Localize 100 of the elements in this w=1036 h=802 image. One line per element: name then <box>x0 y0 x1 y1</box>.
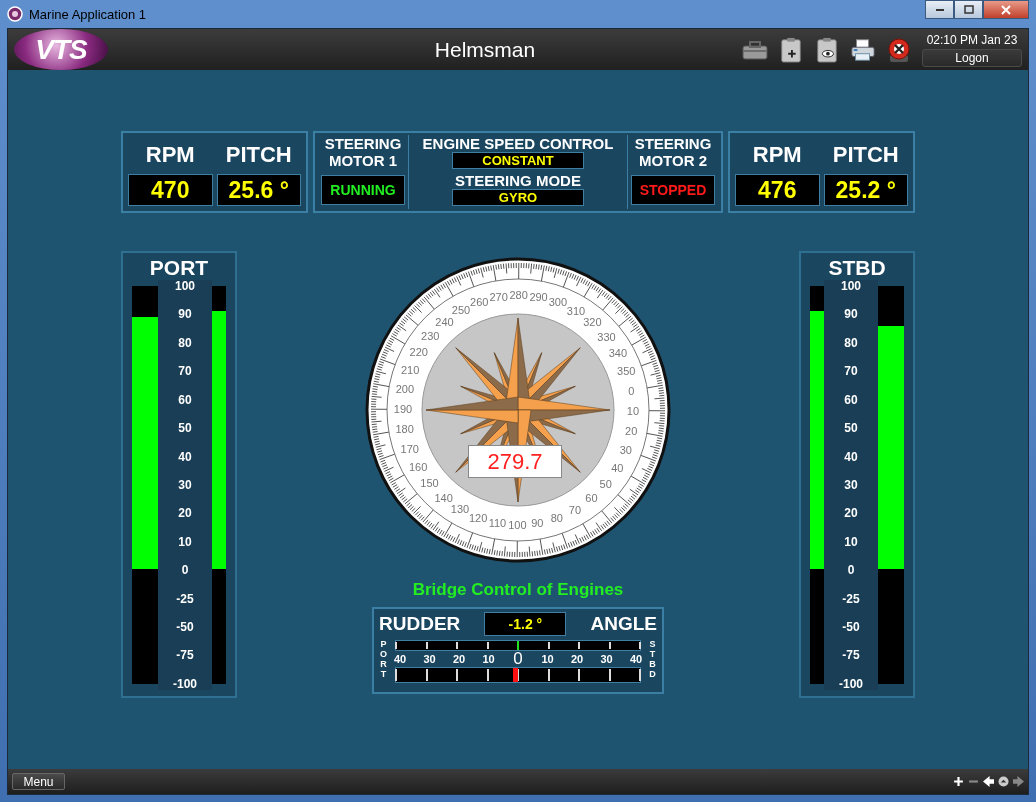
rpm-label: RPM <box>144 142 196 168</box>
rudder-scale-label: 0 <box>512 649 524 669</box>
scale-label: 30 <box>844 478 858 491</box>
heading-label: 50 <box>599 478 612 491</box>
scale-label: -75 <box>176 649 194 662</box>
scale-label: -50 <box>176 621 194 634</box>
heading-label: 250 <box>451 304 471 317</box>
rudder-scale-label: 10 <box>540 653 555 665</box>
cancel-icon[interactable] <box>886 36 912 63</box>
maximize-icon <box>963 4 974 15</box>
screen-title: Helmsman <box>433 37 537 62</box>
logo: VTS <box>14 29 108 70</box>
scale-label: 50 <box>178 422 192 435</box>
heading-label: 230 <box>421 329 440 342</box>
rpm-label: RPM <box>751 142 803 168</box>
heading-label: 80 <box>550 512 563 525</box>
heading-label: 170 <box>400 442 419 455</box>
speed-control-readout: CONSTANT <box>452 152 584 169</box>
heading-label: 290 <box>529 290 548 303</box>
scale-label: 70 <box>178 365 192 378</box>
steering-mode-label: STEERING MODE <box>455 172 581 189</box>
motor-label: STEERING MOTOR 2 <box>633 135 713 171</box>
rudder-scale-label: 20 <box>569 653 585 665</box>
scale-label: 30 <box>178 478 192 491</box>
heading-label: 160 <box>408 461 428 473</box>
rpm-readout: 476 <box>735 174 820 206</box>
close-button[interactable] <box>983 0 1029 19</box>
rudder-label: RUDDER <box>379 613 461 635</box>
heading-label: 100 <box>508 519 527 531</box>
heading-label: 270 <box>489 290 508 303</box>
heading-label: 10 <box>626 404 640 417</box>
window-title: Marine Application 1 <box>29 6 147 22</box>
heading-label: 240 <box>435 315 454 328</box>
printer-icon[interactable] <box>850 36 876 63</box>
heading-label: 220 <box>409 346 428 358</box>
scale-label: 10 <box>844 535 858 548</box>
rudder-scale-label: 30 <box>422 653 437 665</box>
heading-label: 60 <box>585 492 598 505</box>
scale-label: -25 <box>176 592 194 605</box>
motor-label: STEERING MOTOR 1 <box>323 135 403 171</box>
heading-label: 120 <box>468 511 488 524</box>
scale-label: -75 <box>842 649 860 662</box>
motor-status: RUNNING <box>321 175 405 205</box>
angle-label: ANGLE <box>590 613 657 635</box>
scale-label: 40 <box>844 450 858 463</box>
heading-label: 350 <box>617 365 636 378</box>
logon-button[interactable]: Logon <box>922 48 1022 67</box>
close-icon <box>1001 4 1011 15</box>
scale-label: -100 <box>173 677 197 690</box>
heading-label: 320 <box>583 316 602 329</box>
heading-label: 330 <box>597 330 616 343</box>
heading-label: 150 <box>420 477 439 490</box>
heading-label: 110 <box>488 517 507 530</box>
scale-label: 80 <box>178 336 192 349</box>
scale-label: 60 <box>178 393 192 406</box>
scale-label: 70 <box>844 365 858 378</box>
scale-label: 60 <box>844 393 858 406</box>
heading-label: 210 <box>400 364 420 377</box>
scale-label: 90 <box>844 308 858 321</box>
speed-control-label: ENGINE SPEED CONTROL <box>422 135 614 152</box>
scale-label: -25 <box>842 592 860 605</box>
heading-label: 140 <box>434 491 453 504</box>
heading-readout: 279.7 <box>468 445 562 478</box>
heading-label: 20 <box>625 424 638 437</box>
heading-label: 30 <box>619 443 632 456</box>
scale-label: -50 <box>842 621 860 634</box>
heading-label: 70 <box>568 503 582 516</box>
heading-label: 310 <box>566 304 586 317</box>
rudder-scale-label: 20 <box>451 653 467 665</box>
heading-label: 0 <box>628 384 635 397</box>
pitch-label: PITCH <box>831 142 900 168</box>
heading-label: 40 <box>611 462 624 474</box>
heading-label: 90 <box>531 517 544 530</box>
forward-arrow-icon[interactable] <box>1013 776 1024 787</box>
scale-label: 80 <box>844 336 858 349</box>
pitch-readout: 25.2 ° <box>823 174 908 206</box>
heading-label: 260 <box>470 295 489 308</box>
motor-status: STOPPED <box>631 175 715 205</box>
gauge-title: STBD <box>828 255 886 281</box>
rpm-readout: 470 <box>128 174 213 206</box>
pitch-readout: 25.6 ° <box>216 174 301 206</box>
minimize-button[interactable] <box>925 0 954 19</box>
heading-label: 340 <box>608 347 628 359</box>
heading-label: 300 <box>548 296 568 309</box>
scale-label: 0 <box>181 564 189 577</box>
rudder-scale-label: 40 <box>392 653 408 665</box>
scale-label: 0 <box>847 564 855 577</box>
scale-label: 20 <box>844 507 858 520</box>
rudder-scale-label: 10 <box>481 653 496 665</box>
back-arrow-icon[interactable] <box>983 776 994 787</box>
heading-label: 130 <box>450 503 470 516</box>
clipboard-add-icon[interactable] <box>778 36 804 63</box>
zoom-in-icon[interactable] <box>953 776 964 787</box>
minimize-icon <box>935 8 944 11</box>
pitch-label: PITCH <box>224 142 293 168</box>
heading-label: 190 <box>393 403 413 416</box>
scale-label: -100 <box>839 677 863 690</box>
menu-button[interactable]: Menu <box>12 773 65 790</box>
maximize-button[interactable] <box>954 0 983 19</box>
clipboard-eye-icon[interactable] <box>814 36 840 63</box>
